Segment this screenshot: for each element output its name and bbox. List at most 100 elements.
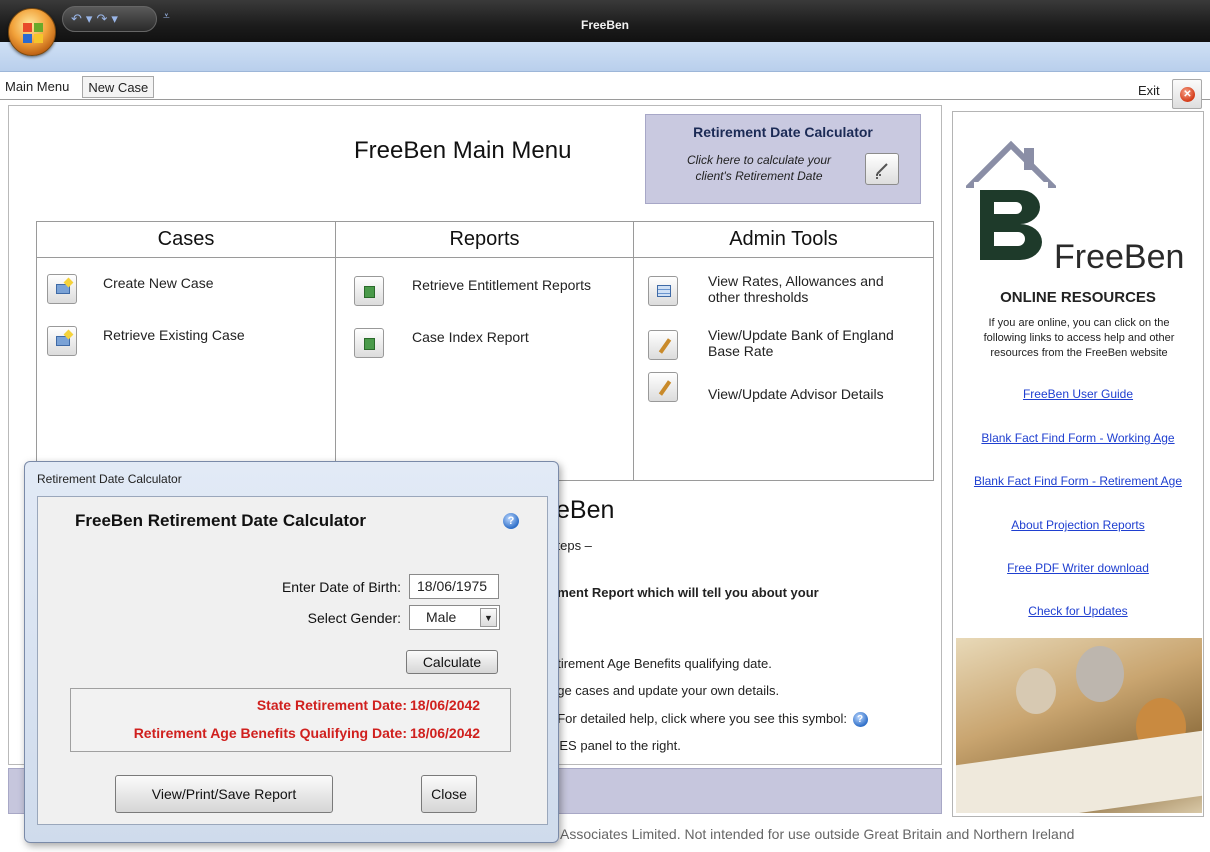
welcome-line-5-text: : For detailed help, click where you see… [550,711,847,726]
state-retirement-value: 18/06/2042 [410,697,481,713]
redo-dropdown-icon[interactable]: ▾ [111,11,118,27]
admin-tools-header: Admin Tools [634,222,933,258]
report-icon [364,286,375,298]
exit-label: Exit [1138,83,1160,98]
online-resources-description: If you are online, you can click on the … [956,316,1202,361]
advisors-photo [956,638,1202,813]
desc-line-3: resources from the FreeBen website [990,347,1168,359]
ribbon-strip [0,42,1210,72]
view-rates-label: View Rates, Allowances and other thresho… [708,273,884,305]
advisor-details-item[interactable]: View/Update Advisor Details [648,372,884,402]
state-retirement-label: State Retirement Date: [256,697,407,713]
retirement-date-calculator-box[interactable]: Retirement Date Calculator Click here to… [645,114,921,204]
redo-icon[interactable]: ↷ [96,11,107,27]
welcome-line-3: etirement Age Benefits qualifying date. [550,656,772,671]
view-rates-item[interactable]: View Rates, Allowances and other thresho… [648,272,884,306]
view-print-save-report-button[interactable]: View/Print/Save Report [115,775,333,813]
title-bar: FreeBen [0,0,1210,42]
help-icon[interactable]: ? [503,513,519,529]
page-title: FreeBen Main Menu [354,137,572,164]
office-logo-icon [23,23,43,43]
retrieve-entitlement-reports-label: Retrieve Entitlement Reports [412,277,591,293]
advisor-details-label: View/Update Advisor Details [708,386,884,402]
tab-divider [0,99,1210,100]
welcome-line-4: age cases and update your own details. [550,683,780,698]
calendar-edit-icon [876,163,888,179]
link-projection-reports[interactable]: About Projection Reports [952,518,1204,532]
rdc-description: Click here to calculate your client's Re… [664,152,854,184]
exit-close-icon: ✕ [1180,87,1195,102]
freeben-logo: FreeBen [963,140,1184,276]
dialog-title: Retirement Date Calculator [37,472,182,486]
edit-pen-icon [658,380,672,396]
qat-dropdown-icon[interactable]: ⩡ [163,9,170,24]
dob-input[interactable]: 18/06/1975 [409,574,499,599]
case-index-report-label: Case Index Report [412,329,529,345]
reports-header: Reports [336,222,633,258]
link-pdf-writer[interactable]: Free PDF Writer download [952,561,1204,575]
gender-select[interactable]: Male ▼ [409,605,500,630]
desc-line-2: following links to access help and other [983,332,1175,344]
rdc-open-button[interactable] [865,153,899,185]
boe-base-rate-button[interactable] [648,330,678,360]
help-icon: ? [852,712,868,728]
link-user-guide[interactable]: FreeBen User Guide [952,387,1204,401]
photo-table [956,730,1202,813]
cases-column: Cases Create New Case Retrieve Existing … [37,222,336,480]
window-title: FreeBen [580,18,630,32]
close-button[interactable]: Close [421,775,477,813]
chevron-down-icon[interactable]: ▼ [480,608,497,627]
retrieve-existing-case-label: Retrieve Existing Case [103,327,245,343]
quick-access-toolbar: ↶ ▾ ↷ ▾ [62,6,157,32]
view-rates-button[interactable] [648,276,678,306]
link-fact-find-working-age[interactable]: Blank Fact Find Form - Working Age [952,431,1204,445]
create-new-case-label: Create New Case [103,275,214,291]
undo-icon[interactable]: ↶ [71,11,82,27]
rdc-heading: Retirement Date Calculator [693,124,873,140]
office-orb-icon[interactable] [8,8,56,56]
tab-main-menu[interactable]: Main Menu [0,76,75,98]
welcome-line-2: ement Report which will tell you about y… [550,585,819,600]
boe-line-1: View/Update Bank of England [708,327,894,343]
tab-new-case[interactable]: New Case [82,76,155,98]
case-index-report-item[interactable]: Case Index Report [354,328,529,358]
link-fact-find-retirement-age[interactable]: Blank Fact Find Form - Retirement Age [952,474,1204,488]
rabq-value: 18/06/2042 [410,725,481,741]
boe-line-2: Base Rate [708,343,774,359]
case-index-report-button[interactable] [354,328,384,358]
admin-tools-column: Admin Tools View Rates, Allowances and o… [634,222,933,480]
menu-grid: Cases Create New Case Retrieve Existing … [36,221,934,481]
rabq-label: Retirement Age Benefits Qualifying Date: [133,725,407,741]
house-logo-icon [963,140,1059,262]
cases-header: Cases [37,222,335,258]
calculate-button[interactable]: Calculate [406,650,498,674]
link-check-updates[interactable]: Check for Updates [952,604,1204,618]
photo-person-head [1076,646,1124,702]
gender-label: Select Gender: [307,610,401,626]
undo-dropdown-icon[interactable]: ▾ [86,11,93,27]
desc-line-1: If you are online, you can click on the [988,317,1170,329]
retrieve-entitlement-reports-item[interactable]: Retrieve Entitlement Reports [354,276,591,306]
welcome-line-5: : For detailed help, click where you see… [550,711,868,728]
brand-name: FreeBen [1054,238,1185,276]
report-icon [364,338,375,350]
dob-label: Enter Date of Birth: [281,579,401,595]
view-rates-line-1: View Rates, Allowances and [708,273,884,289]
view-rates-line-2: other thresholds [708,289,809,305]
retrieve-entitlement-reports-button[interactable] [354,276,384,306]
welcome-line-6: CES panel to the right. [550,738,681,753]
gender-value: Male [426,609,457,625]
reports-column: Reports Retrieve Entitlement Reports Cas… [336,222,634,480]
retrieve-existing-case-button[interactable] [47,326,77,356]
exit-button[interactable]: ✕ [1172,79,1202,109]
footer-text: Associates Limited. Not intended for use… [560,826,1075,842]
boe-base-rate-item[interactable]: View/Update Bank of England Base Rate [648,326,894,360]
retrieve-existing-case-item[interactable]: Retrieve Existing Case [47,326,245,356]
advisor-details-button[interactable] [648,372,678,402]
tab-bar: Main Menu New Case [0,76,155,100]
create-new-case-button[interactable] [47,274,77,304]
welcome-title-partial: eBen [556,496,615,524]
rdc-line-2: client's Retirement Date [695,169,823,183]
online-resources-heading: ONLINE RESOURCES [1000,289,1156,306]
create-new-case-item[interactable]: Create New Case [47,274,214,304]
